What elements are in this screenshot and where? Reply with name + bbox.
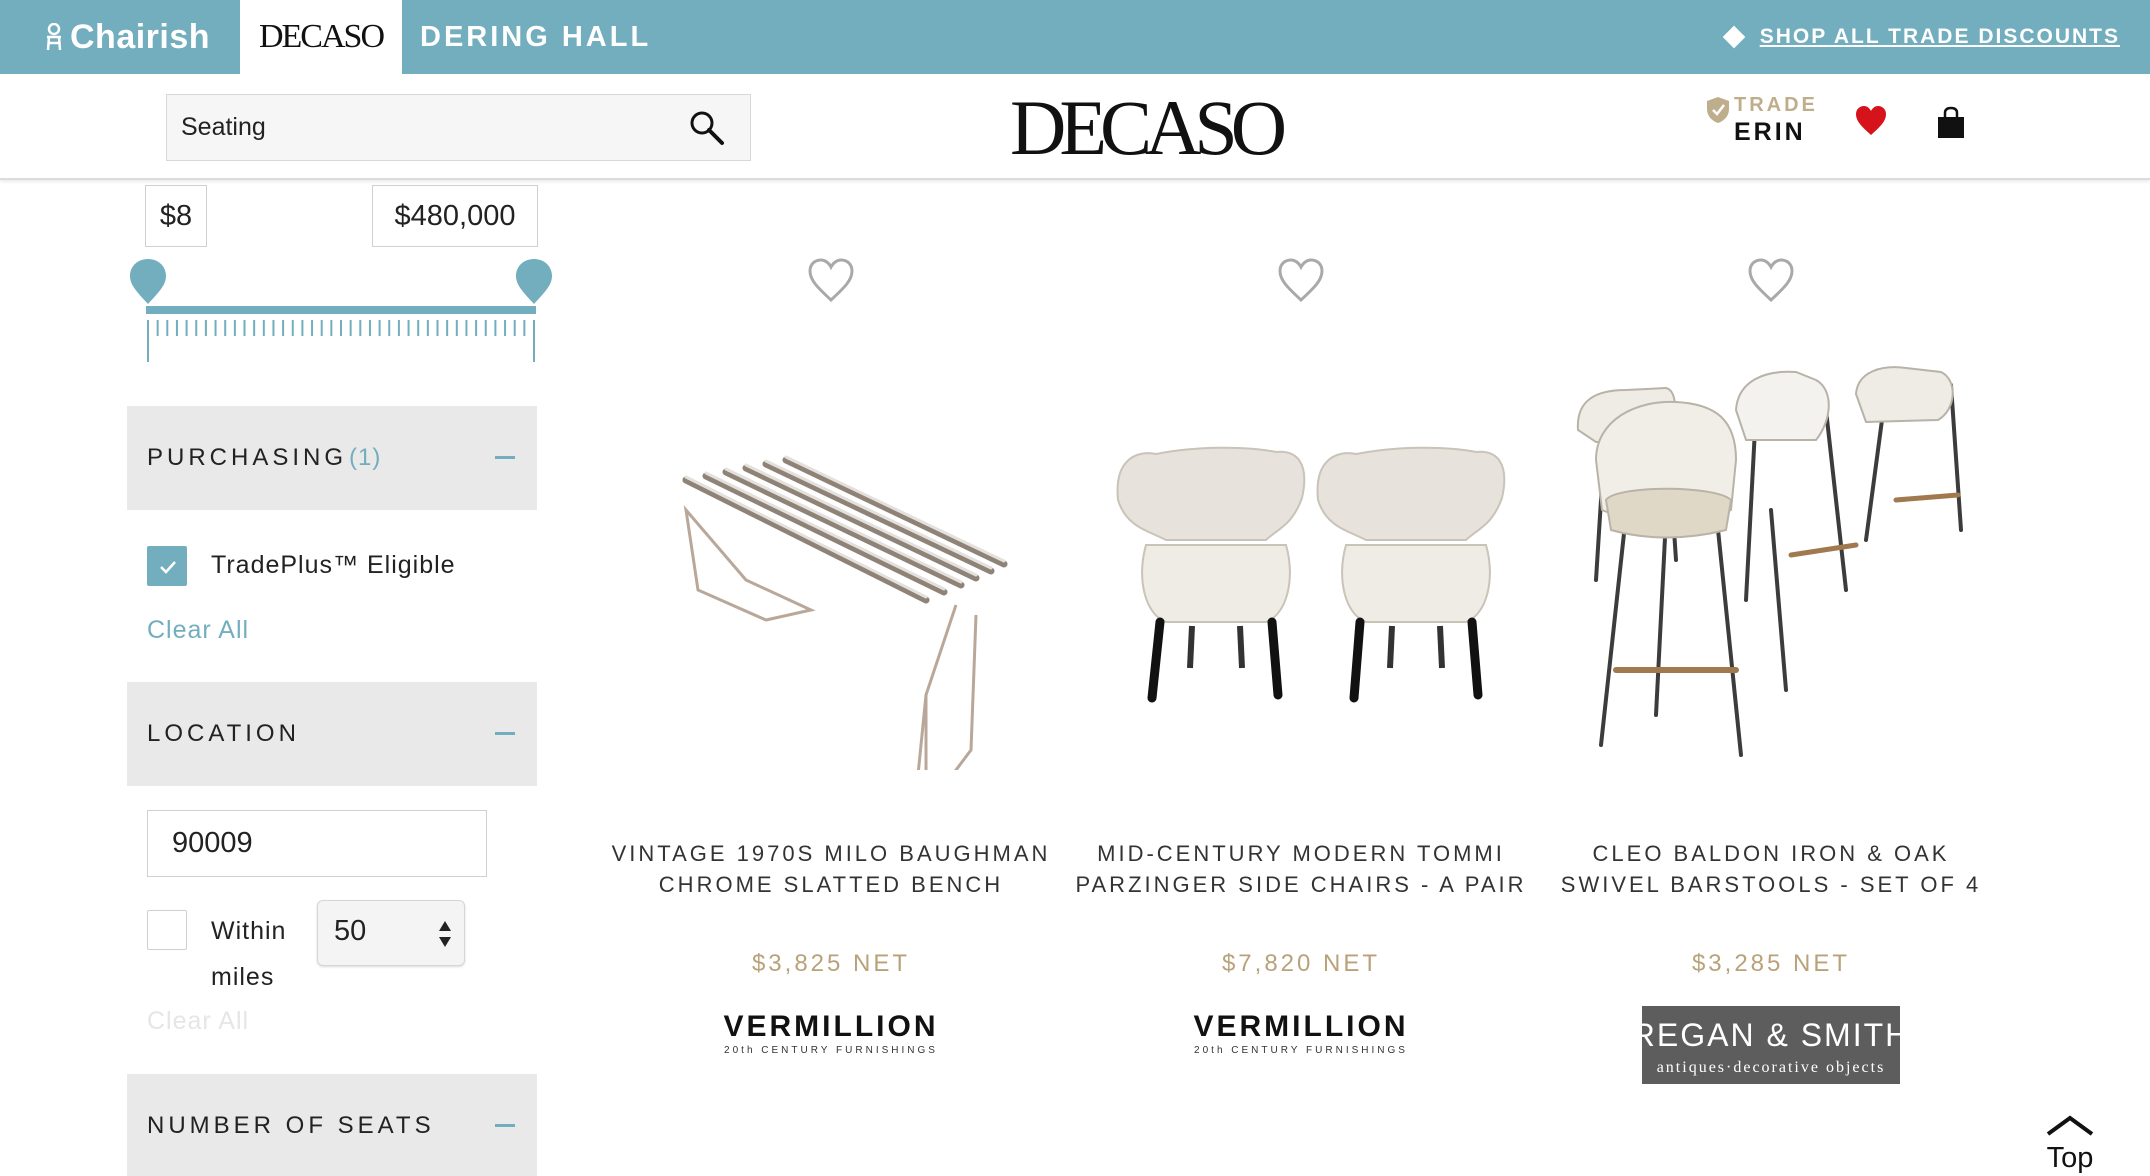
heart-outline-icon[interactable] — [1747, 256, 1795, 304]
back-to-top-label: Top — [2046, 1142, 2094, 1174]
product-title[interactable]: MID-CENTURY MODERN TOMMI PARZINGER SIDE … — [1066, 838, 1536, 900]
chairish-label: Chairish — [70, 17, 211, 56]
miles-label: miles — [211, 963, 275, 991]
dering-hall-link[interactable]: DERING HALL — [420, 14, 651, 60]
product-price: $3,285 NET — [1691, 950, 1851, 977]
trade-discounts-label: SHOP ALL TRADE DISCOUNTS — [1759, 25, 2120, 48]
slider-track — [146, 306, 536, 314]
location-clear-all-link[interactable]: Clear All — [147, 1007, 249, 1036]
user-name: ERIN — [1734, 118, 1806, 146]
chair-left — [1116, 446, 1306, 703]
product-image[interactable] — [1566, 350, 1976, 770]
collapse-minus-icon[interactable] — [495, 1124, 515, 1127]
product-title-line: PARZINGER SIDE CHAIRS - A PAIR — [1075, 872, 1527, 897]
seller-logo[interactable]: REGAN & SMITH antiques·decorative object… — [1536, 1006, 2006, 1086]
product-title-line: VINTAGE 1970S MILO BAUGHMAN — [611, 841, 1051, 866]
search-input[interactable] — [167, 95, 687, 160]
decaso-logo[interactable]: DECASO — [1010, 84, 1287, 171]
heart-outline-icon[interactable] — [1277, 256, 1325, 304]
product-title[interactable]: VINTAGE 1970S MILO BAUGHMAN CHROME SLATT… — [596, 838, 1066, 900]
trade-discounts-link[interactable]: SHOP ALL TRADE DISCOUNTS — [1722, 14, 2120, 60]
seller-logo[interactable]: VERMILLION 20th CENTURY FURNISHINGS — [596, 1006, 1066, 1086]
facet-seats-label: NUMBER OF SEATS — [147, 1112, 435, 1139]
search-bar — [166, 94, 751, 161]
slider-handle-max[interactable] — [516, 259, 552, 304]
product-card[interactable]: VINTAGE 1970S MILO BAUGHMAN CHROME SLATT… — [596, 250, 1066, 1080]
product-image[interactable] — [626, 350, 1036, 770]
seller-subtitle: 20th CENTURY FURNISHINGS — [1194, 1045, 1408, 1056]
dering-hall-label: DERING HALL — [420, 20, 652, 53]
seller-name: VERMILLION — [1194, 1010, 1409, 1043]
trade-label: TRADE — [1734, 94, 1818, 116]
seller-logo[interactable]: VERMILLION 20th CENTURY FURNISHINGS — [1066, 1006, 1536, 1086]
select-arrows-icon — [439, 921, 451, 947]
facet-purchasing-count: (1) — [349, 444, 382, 471]
product-card[interactable]: MID-CENTURY MODERN TOMMI PARZINGER SIDE … — [1066, 250, 1536, 1080]
product-title-line: MID-CENTURY MODERN TOMMI — [1097, 841, 1505, 866]
heart-icon[interactable] — [1854, 104, 1888, 138]
facet-purchasing-label: PURCHASING — [147, 444, 348, 471]
miles-select[interactable]: 50 — [317, 900, 465, 966]
chairish-link[interactable]: Chairish — [44, 14, 210, 60]
site-header: DECASO TRADE ERIN — [0, 74, 2150, 180]
diamond-icon — [1722, 25, 1746, 49]
product-card[interactable]: CLEO BALDON IRON & OAK SWIVEL BARSTOOLS … — [1536, 250, 2006, 1084]
logo-text: DECASO — [1009, 84, 1287, 171]
chair-right — [1316, 446, 1506, 703]
collapse-minus-icon[interactable] — [495, 732, 515, 735]
product-price: $3,825 NET — [751, 950, 911, 977]
seller-name: VERMILLION — [724, 1010, 939, 1043]
slider-handle-min[interactable] — [130, 259, 166, 304]
product-title-line: SWIVEL BARSTOOLS - SET OF 4 — [1560, 872, 1982, 897]
chairish-chair-icon — [46, 23, 62, 51]
facet-seats-header[interactable]: NUMBER OF SEATS — [127, 1074, 537, 1176]
product-title[interactable]: CLEO BALDON IRON & OAK SWIVEL BARSTOOLS … — [1536, 838, 2006, 900]
back-to-top-button[interactable]: Top — [2030, 1108, 2110, 1174]
checkmark-icon — [160, 561, 176, 574]
shopping-bag-icon[interactable] — [1935, 106, 1967, 140]
seller-name: REGAN & SMITH — [1632, 1017, 1910, 1053]
price-min-value: $8 — [159, 199, 193, 232]
tradeplus-label[interactable]: TradePlus™ Eligible — [211, 551, 456, 580]
seller-subtitle: antiques·decorative objects — [1657, 1059, 1886, 1076]
tradeplus-checkbox[interactable] — [147, 546, 187, 586]
facet-location-header[interactable]: LOCATION — [127, 682, 537, 786]
brand-bar: Chairish DECASO DERING HALL SHOP ALL TRA… — [0, 0, 2150, 74]
heart-outline-icon[interactable] — [807, 256, 855, 304]
product-title-line: CLEO BALDON IRON & OAK — [1592, 841, 1950, 866]
product-image[interactable] — [1096, 350, 1506, 770]
decaso-tab-label: DECASO — [258, 18, 385, 55]
price-max-field[interactable]: $480,000 — [372, 185, 538, 247]
chevron-up-icon — [2046, 1115, 2094, 1136]
shield-check-icon — [1707, 97, 1729, 123]
facet-location-label: LOCATION — [147, 720, 300, 747]
within-label: Within — [211, 917, 287, 945]
price-min-field[interactable]: $8 — [145, 185, 207, 247]
decaso-tab[interactable]: DECASO — [240, 0, 402, 74]
trade-account-badge[interactable]: TRADE ERIN — [1706, 92, 1826, 156]
price-range-slider[interactable] — [128, 254, 558, 364]
within-miles-checkbox[interactable] — [147, 910, 187, 950]
facet-purchasing-header[interactable]: PURCHASING (1) — [127, 406, 537, 510]
purchasing-clear-all-link[interactable]: Clear All — [147, 616, 249, 645]
search-icon[interactable] — [688, 109, 726, 147]
slider-ticks — [147, 320, 535, 362]
product-title-line: CHROME SLATTED BENCH — [658, 872, 1004, 897]
product-price: $7,820 NET — [1221, 950, 1381, 977]
price-max-value: $480,000 — [394, 199, 516, 232]
miles-select-value: 50 — [334, 915, 367, 947]
zip-code-input[interactable] — [147, 810, 487, 877]
collapse-minus-icon[interactable] — [495, 456, 515, 459]
seller-subtitle: 20th CENTURY FURNISHINGS — [724, 1045, 938, 1056]
